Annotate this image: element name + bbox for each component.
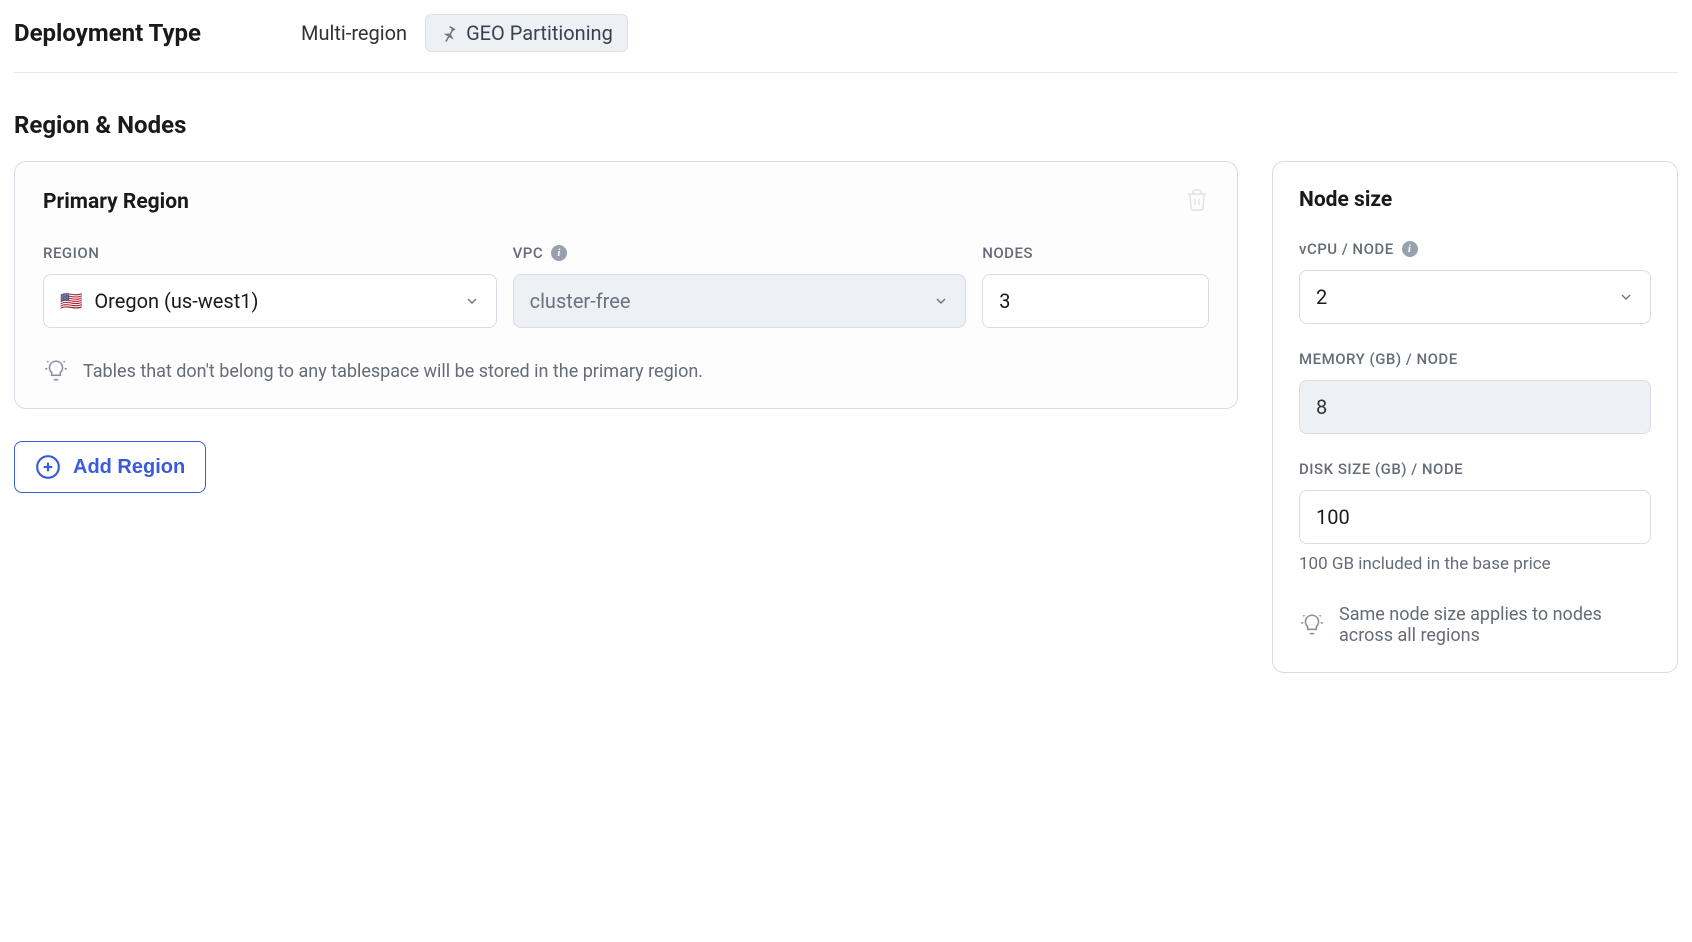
vpc-label-text: VPC [513, 244, 544, 262]
plus-circle-icon [35, 454, 61, 480]
tab-multi-region[interactable]: Multi-region [301, 15, 407, 51]
deployment-type-title: Deployment Type [14, 19, 201, 47]
deployment-type-header: Deployment Type Multi-region GEO Partiti… [14, 0, 1678, 73]
vcpu-select-value: 2 [1316, 285, 1618, 309]
nodes-input[interactable]: 3 [982, 274, 1209, 328]
vpc-label: VPC i [513, 244, 967, 262]
region-nodes-title: Region & Nodes [14, 111, 1678, 139]
memory-input: 8 [1299, 380, 1651, 434]
nodes-label: NODES [982, 244, 1209, 262]
region-label: REGION [43, 244, 497, 262]
primary-region-fields: REGION 🇺🇸 Oregon (us-west1) VPC [43, 244, 1209, 328]
memory-value-text: 8 [1316, 395, 1327, 419]
region-value-text: Oregon (us-west1) [94, 289, 258, 313]
region-nodes-area: Primary Region REGION 🇺🇸 [14, 161, 1678, 673]
lightbulb-icon [1299, 612, 1325, 638]
chevron-down-icon [1618, 289, 1634, 305]
region-select-value: 🇺🇸 Oregon (us-west1) [60, 289, 464, 313]
node-size-column: Node size vCPU / NODE i 2 MEMORY (GB) / … [1272, 161, 1678, 673]
vcpu-field: vCPU / NODE i 2 [1299, 240, 1651, 324]
delete-region-button [1185, 188, 1209, 216]
tab-geo-partitioning-label: GEO Partitioning [466, 21, 613, 45]
memory-label: MEMORY (GB) / NODE [1299, 350, 1651, 368]
vpc-select[interactable]: cluster-free [513, 274, 967, 328]
primary-region-header: Primary Region [43, 188, 1209, 216]
vcpu-select[interactable]: 2 [1299, 270, 1651, 324]
pin-icon [440, 24, 458, 42]
primary-region-hint-text: Tables that don't belong to any tablespa… [83, 361, 703, 382]
disk-input[interactable]: 100 [1299, 490, 1651, 544]
chevron-down-icon [933, 293, 949, 309]
deployment-type-tabs: Multi-region GEO Partitioning [301, 14, 628, 52]
region-field-group: REGION 🇺🇸 Oregon (us-west1) [43, 244, 497, 328]
vcpu-label: vCPU / NODE i [1299, 240, 1651, 258]
info-icon[interactable]: i [1402, 241, 1418, 257]
regions-column: Primary Region REGION 🇺🇸 [14, 161, 1238, 493]
node-size-hint: Same node size applies to nodes across a… [1299, 604, 1651, 646]
chevron-down-icon [464, 293, 480, 309]
primary-region-card: Primary Region REGION 🇺🇸 [14, 161, 1238, 409]
info-icon[interactable]: i [551, 245, 567, 261]
nodes-field-group: NODES 3 [982, 244, 1209, 328]
vcpu-label-text: vCPU / NODE [1299, 240, 1394, 258]
disk-field: DISK SIZE (GB) / NODE 100 100 GB include… [1299, 460, 1651, 574]
lightbulb-icon [43, 358, 69, 384]
node-size-title: Node size [1299, 188, 1651, 212]
vcpu-value-text: 2 [1316, 285, 1327, 309]
nodes-value-text: 3 [999, 289, 1010, 313]
trash-icon [1185, 188, 1209, 212]
disk-value-text: 100 [1316, 505, 1350, 529]
tab-geo-partitioning[interactable]: GEO Partitioning [425, 14, 628, 52]
memory-field: MEMORY (GB) / NODE 8 [1299, 350, 1651, 434]
us-flag-icon: 🇺🇸 [60, 291, 82, 312]
add-region-label: Add Region [73, 456, 185, 479]
vpc-field-group: VPC i cluster-free [513, 244, 967, 328]
vpc-value-text: cluster-free [530, 289, 631, 313]
disk-footnote: 100 GB included in the base price [1299, 554, 1651, 574]
disk-label: DISK SIZE (GB) / NODE [1299, 460, 1651, 478]
node-size-card: Node size vCPU / NODE i 2 MEMORY (GB) / … [1272, 161, 1678, 673]
primary-region-title: Primary Region [43, 190, 189, 214]
region-select[interactable]: 🇺🇸 Oregon (us-west1) [43, 274, 497, 328]
vpc-select-value: cluster-free [530, 289, 934, 313]
node-size-hint-text: Same node size applies to nodes across a… [1339, 604, 1651, 646]
primary-region-hint: Tables that don't belong to any tablespa… [43, 358, 1209, 384]
add-region-button[interactable]: Add Region [14, 441, 206, 493]
